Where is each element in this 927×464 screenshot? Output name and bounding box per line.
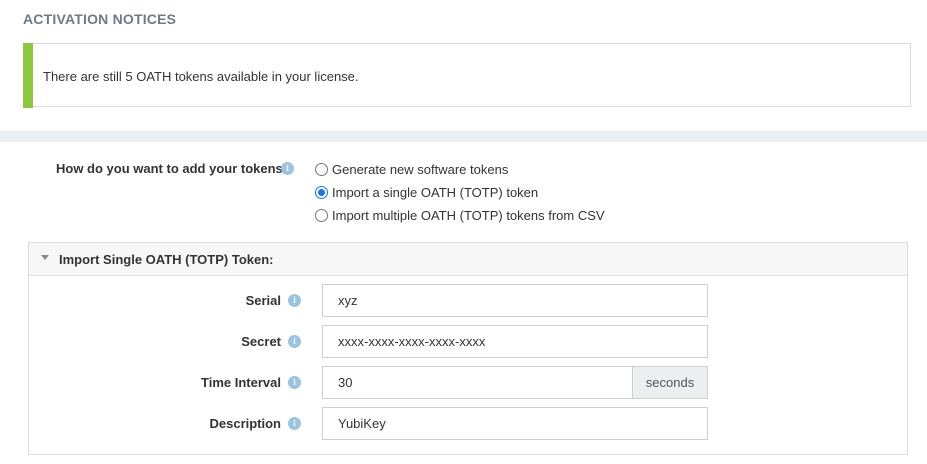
seconds-addon: seconds xyxy=(633,366,708,399)
caret-down-icon[interactable] xyxy=(41,255,49,260)
info-icon[interactable]: i xyxy=(281,162,294,175)
serial-value: xyz xyxy=(338,293,358,308)
radio-button-selected[interactable] xyxy=(315,185,328,199)
radio-label: Generate new software tokens xyxy=(332,161,509,177)
secret-label: Secret xyxy=(241,334,281,349)
radio-button[interactable] xyxy=(315,208,328,222)
description-label: Description xyxy=(209,416,281,431)
radio-label: Import multiple OATH (TOTP) tokens from … xyxy=(332,207,605,223)
radio-import-multiple-csv[interactable]: Import multiple OATH (TOTP) tokens from … xyxy=(315,207,605,223)
activation-notice: There are still 5 OATH tokens available … xyxy=(23,43,911,108)
description-input[interactable]: YubiKey xyxy=(322,407,708,440)
info-icon[interactable]: i xyxy=(288,417,301,430)
info-icon[interactable]: i xyxy=(288,376,301,389)
secret-value: xxxx-xxxx-xxxx-xxxx-xxxx xyxy=(338,334,486,349)
info-icon[interactable]: i xyxy=(288,335,301,348)
section-title: ACTIVATION NOTICES xyxy=(23,11,177,27)
radio-label: Import a single OATH (TOTP) token xyxy=(332,184,539,200)
radio-button[interactable] xyxy=(315,162,328,176)
time-interval-input[interactable]: 30 xyxy=(322,366,633,399)
secret-input[interactable]: xxxx-xxxx-xxxx-xxxx-xxxx xyxy=(322,325,708,358)
serial-input[interactable]: xyz xyxy=(322,284,708,317)
panel-header[interactable]: Import Single OATH (TOTP) Token: xyxy=(29,243,907,276)
section-divider xyxy=(0,131,927,142)
notice-accent-bar xyxy=(23,43,33,108)
radio-generate-software-tokens[interactable]: Generate new software tokens xyxy=(315,161,508,177)
radio-import-single-token[interactable]: Import a single OATH (TOTP) token xyxy=(315,184,538,200)
time-interval-value: 30 xyxy=(338,375,353,390)
info-icon[interactable]: i xyxy=(288,294,301,307)
serial-label: Serial xyxy=(245,293,281,308)
token-source-label: How do you want to add your tokens? xyxy=(56,161,291,176)
description-value: YubiKey xyxy=(338,416,386,431)
notice-text: There are still 5 OATH tokens available … xyxy=(43,69,359,84)
panel-title: Import Single OATH (TOTP) Token: xyxy=(59,251,274,267)
time-interval-label: Time Interval xyxy=(201,375,281,390)
